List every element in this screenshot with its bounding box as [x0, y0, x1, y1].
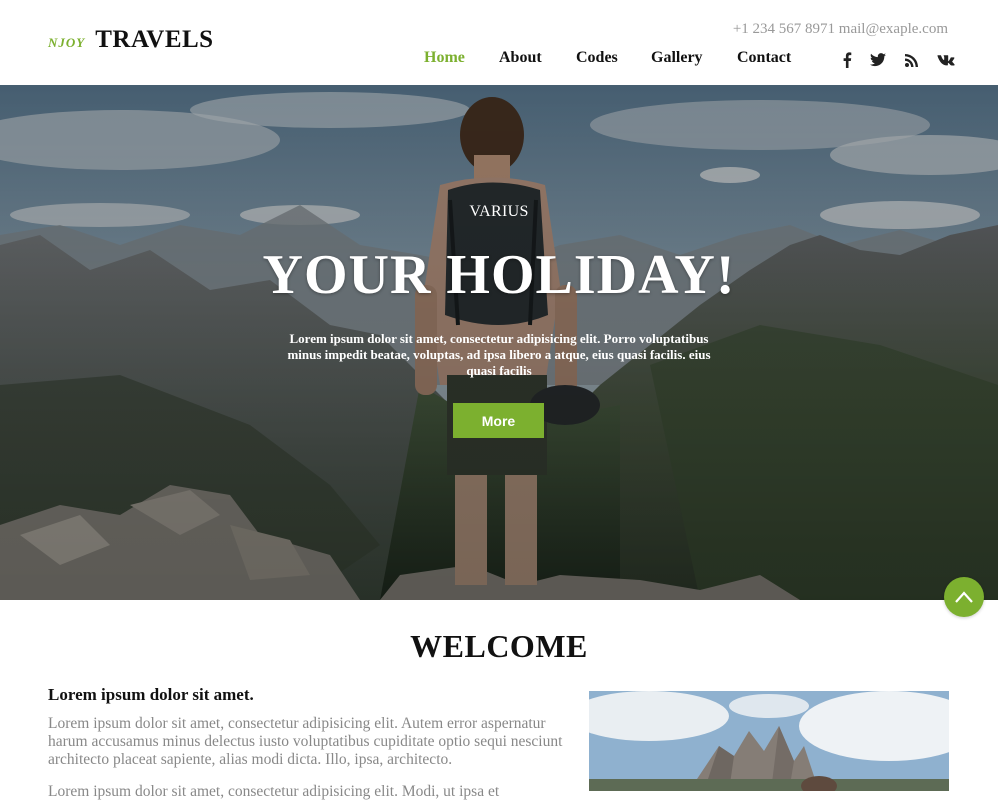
nav-home[interactable]: Home	[424, 49, 465, 67]
welcome-image	[589, 691, 949, 791]
logo-small-text: NJOY	[48, 35, 86, 50]
site-header: NJOY TRAVELS +1 234 567 8971 mail@exaple…	[0, 0, 998, 85]
hero-content: VARIUS YOUR HOLIDAY! Lorem ipsum dolor s…	[0, 85, 998, 600]
hero-title: YOUR HOLIDAY!	[262, 244, 736, 306]
nav-about[interactable]: About	[499, 49, 542, 67]
facebook-icon[interactable]	[836, 48, 858, 72]
welcome-subtitle: Lorem ipsum dolor sit amet.	[48, 685, 254, 704]
nav-codes[interactable]: Codes	[576, 49, 618, 67]
chevron-up-icon	[955, 591, 973, 603]
logo[interactable]: NJOY TRAVELS	[48, 26, 214, 54]
welcome-title: WELCOME	[410, 628, 588, 664]
more-button[interactable]: More	[453, 403, 544, 438]
logo-title: TRAVELS	[95, 26, 214, 53]
hero-kicker: VARIUS	[469, 203, 529, 220]
contact-info: +1 234 567 8971 mail@exaple.com	[732, 21, 948, 37]
welcome-paragraph-2: Lorem ipsum dolor sit amet, consectetur …	[48, 783, 500, 800]
nav-gallery[interactable]: Gallery	[651, 49, 703, 67]
social-links	[830, 48, 966, 72]
twitter-icon[interactable]	[867, 48, 889, 72]
welcome-paragraph: Lorem ipsum dolor sit amet, consectetur …	[48, 715, 563, 768]
vk-icon[interactable]	[935, 48, 957, 72]
nav-contact[interactable]: Contact	[737, 49, 791, 67]
hero-banner: VARIUS YOUR HOLIDAY! Lorem ipsum dolor s…	[0, 85, 998, 600]
rss-icon[interactable]	[900, 48, 922, 72]
hero-description: Lorem ipsum dolor sit amet, consectetur …	[287, 331, 711, 378]
scroll-top-button[interactable]	[944, 577, 984, 617]
